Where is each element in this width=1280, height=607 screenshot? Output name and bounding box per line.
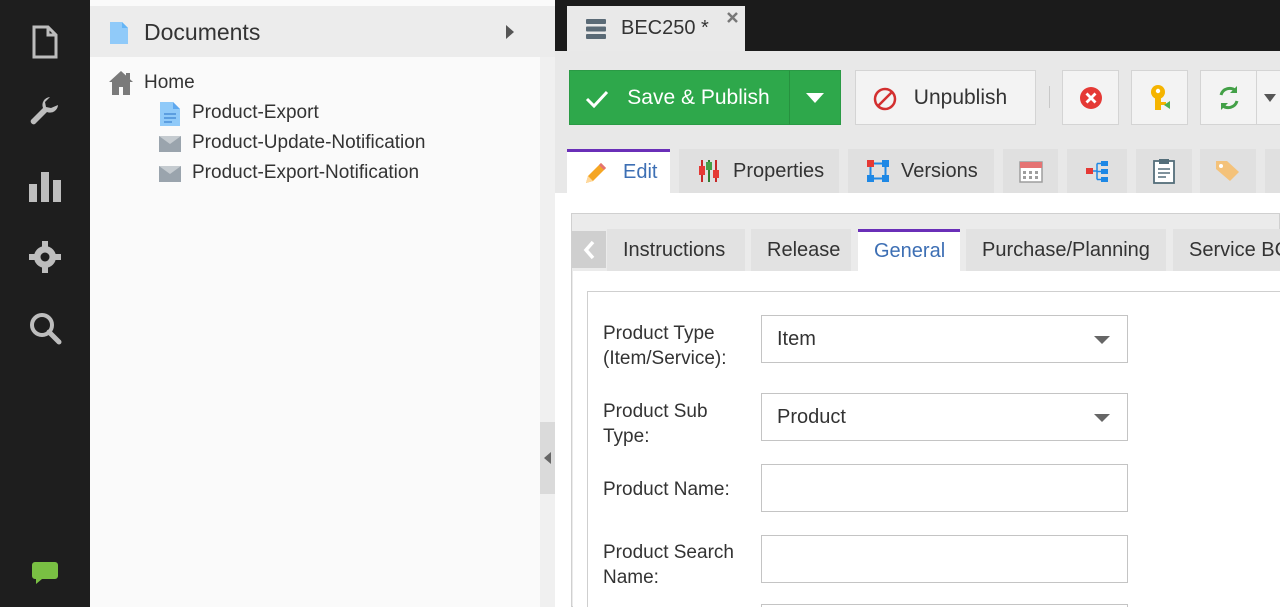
tree-header[interactable]: Documents	[90, 6, 555, 57]
tab-versions-label: Versions	[901, 159, 978, 182]
unpublish-icon	[873, 87, 897, 111]
properties-icon	[699, 160, 719, 182]
tree-item-product-update-notification[interactable]: Product-Update-Notification	[192, 132, 425, 154]
tab-tags[interactable]	[1200, 149, 1256, 193]
chevron-down-icon	[806, 92, 824, 103]
tab-properties-label: Properties	[733, 159, 825, 182]
tree-title: Documents	[144, 19, 261, 45]
main-nav-bar	[0, 0, 90, 607]
versions-icon	[867, 160, 889, 182]
collapse-handle[interactable]	[540, 422, 555, 494]
calendar-icon	[1018, 161, 1043, 183]
unpublish-button[interactable]: Unpublish	[855, 70, 1036, 125]
gear-icon[interactable]	[25, 237, 65, 277]
save-publish-button[interactable]: Save & Publish	[569, 70, 790, 125]
reload-button[interactable]	[1200, 70, 1257, 125]
collapse-left-icon	[544, 452, 551, 464]
tab-properties[interactable]: Properties	[679, 149, 839, 193]
product-search-name-input[interactable]	[761, 535, 1128, 583]
home-icon	[107, 69, 135, 97]
tree-item-product-export-notification[interactable]: Product-Export-Notification	[192, 162, 419, 184]
tree-item-product-export[interactable]: Product-Export	[192, 102, 319, 124]
tab-notes[interactable]	[1136, 149, 1192, 193]
product-name-input[interactable]	[761, 464, 1128, 512]
panel-splitter[interactable]	[540, 57, 555, 607]
more-options-dropdown[interactable]	[1257, 70, 1280, 125]
subtab-service-bc[interactable]: Service BC	[1173, 229, 1280, 271]
subtab-release-label: Release	[767, 238, 841, 261]
scroll-tabs-left-button[interactable]	[572, 231, 606, 268]
chevron-down-icon	[1094, 414, 1110, 422]
subtab-purchase-planning[interactable]: Purchase/Planning	[966, 229, 1166, 271]
tag-icon	[1216, 161, 1239, 181]
wrench-icon[interactable]	[25, 94, 65, 134]
chevron-left-icon	[583, 240, 595, 259]
email-icon	[159, 136, 181, 157]
subtab-instructions-label: Instructions	[623, 238, 726, 261]
chevron-down-icon	[1094, 336, 1110, 344]
search-icon[interactable]	[25, 308, 65, 348]
document-tab-label: BEC250 *	[621, 17, 709, 39]
documents-icon[interactable]	[25, 22, 65, 62]
subtab-purchase-planning-label: Purchase/Planning	[982, 238, 1150, 261]
subtab-release[interactable]: Release	[751, 229, 851, 271]
clipboard-icon	[1153, 159, 1175, 184]
checkmark-icon	[585, 90, 609, 108]
product-search-name-label: Product Search Name:	[603, 542, 734, 588]
tab-more[interactable]	[1265, 149, 1280, 193]
save-publish-label: Save & Publish	[627, 85, 770, 109]
delete-icon	[1079, 86, 1102, 109]
document-icon	[159, 101, 181, 132]
tab-versions[interactable]: Versions	[848, 149, 994, 193]
product-type-value: Item	[777, 327, 816, 350]
dependencies-icon	[1086, 161, 1108, 182]
key-icon	[1150, 84, 1170, 110]
pencil-icon	[586, 162, 606, 183]
unpublish-label: Unpublish	[913, 85, 1008, 109]
subtab-general[interactable]: General	[858, 229, 960, 271]
subtab-instructions[interactable]: Instructions	[607, 229, 745, 271]
chevron-down-icon	[1263, 93, 1276, 102]
close-tab-icon[interactable]	[727, 12, 738, 23]
email-icon	[159, 166, 181, 187]
chat-icon[interactable]	[25, 553, 65, 593]
tab-dependencies[interactable]	[1067, 149, 1127, 193]
access-key-button[interactable]	[1131, 70, 1188, 125]
product-type-select[interactable]: Item	[761, 315, 1128, 363]
subtab-service-bc-label: Service BC	[1189, 238, 1280, 261]
tab-edit-label: Edit	[623, 161, 658, 183]
refresh-icon	[1219, 85, 1238, 110]
product-sub-type-value: Product	[777, 405, 846, 428]
bar-chart-icon[interactable]	[25, 166, 65, 206]
document-icon	[110, 22, 128, 44]
document-tab[interactable]: BEC250 *	[567, 6, 745, 51]
tab-edit[interactable]: Edit	[567, 149, 670, 193]
tab-schedule[interactable]	[1003, 149, 1058, 193]
object-icon	[586, 19, 606, 39]
product-sub-type-label: Product Sub Type:	[603, 401, 708, 447]
product-name-label: Product Name:	[603, 479, 730, 500]
delete-button[interactable]	[1062, 70, 1119, 125]
tree-item-home[interactable]: Home	[144, 72, 195, 94]
subtab-general-label: General	[874, 240, 946, 262]
product-type-label: Product Type (Item/Service):	[603, 323, 727, 369]
toolbar-divider	[1049, 86, 1050, 108]
product-sub-type-select[interactable]: Product	[761, 393, 1128, 441]
save-options-dropdown[interactable]	[789, 70, 841, 125]
expand-arrow-icon[interactable]	[504, 24, 516, 40]
